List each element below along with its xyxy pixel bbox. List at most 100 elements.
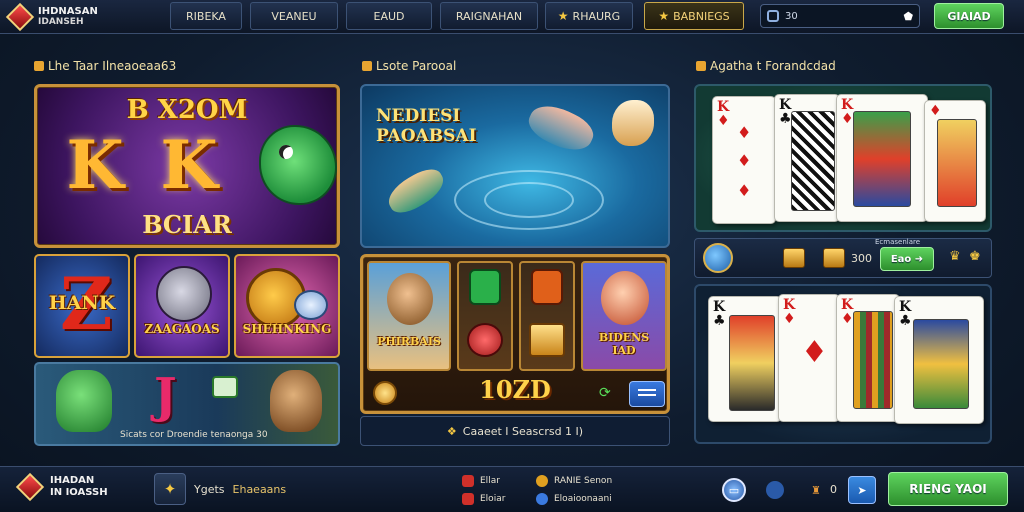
slots-title-text: Lhe Taar Ilneaoeaa63	[48, 59, 177, 73]
slot-tile-hank-label: HANK	[48, 292, 116, 314]
gold-bar-icon[interactable]	[823, 248, 845, 268]
game-status-bar: ❖ Caaeet I Seascrsd 1 I)	[360, 416, 670, 446]
nav-tab-5-label: RHAURG	[572, 9, 621, 23]
slot-tile-shehnking[interactable]: SHEHNKING	[234, 254, 340, 358]
fishing-title-line-2: PAOABSAI	[376, 126, 477, 146]
fishing-game[interactable]: NEDIESI PAOABSAI	[360, 84, 670, 248]
playing-card[interactable]: K ♦	[836, 294, 900, 422]
logo-diamond-icon	[5, 2, 35, 32]
slots-section-title: Lhe Taar Ilneaoeaa63	[34, 59, 176, 73]
menu-button[interactable]	[629, 381, 665, 407]
gold-chip-icon[interactable]	[783, 248, 805, 268]
water-ripple	[484, 182, 574, 218]
reel-princess-label: BIDENS IAD	[583, 331, 665, 357]
crown-icon[interactable]: ♛	[949, 249, 961, 264]
adventure-slot-game[interactable]: PHIRBAIS BIDENS IAD 10ZD ⟳	[360, 254, 670, 414]
card-suit: ♦	[841, 111, 854, 127]
playing-card[interactable]: K ♣	[774, 94, 840, 222]
section-bullet-icon	[696, 61, 706, 71]
red-gem-icon	[462, 493, 474, 505]
reel-symbol-1: K	[66, 126, 124, 204]
fishing-title-text: Lsote Parooal	[376, 59, 457, 73]
princess-character-icon	[601, 271, 649, 325]
reel-princess: BIDENS IAD	[581, 261, 667, 371]
nav-tab-3[interactable]: EAUD	[346, 2, 432, 30]
gift-icon[interactable]	[766, 481, 784, 499]
king-face-icon	[853, 111, 911, 207]
slot-banner[interactable]: J Sicats cor Droendie tenaonga 30	[34, 362, 340, 446]
footer-link-1[interactable]: Ellar	[462, 475, 500, 487]
menu-icon	[638, 389, 656, 391]
playing-card[interactable]: K ♦ ♦ ♦ ♦	[712, 96, 776, 224]
jumping-fish-icon	[523, 97, 599, 159]
playing-card[interactable]: ♦	[924, 100, 986, 222]
play-button[interactable]: Eao ➜	[880, 247, 934, 271]
star-icon: ★	[557, 9, 569, 23]
footer-logo-line-1: IHADAN	[50, 475, 95, 486]
cards-section-title: Agatha t Forandcdad	[696, 59, 836, 73]
shield-icon[interactable]: ⬟	[903, 10, 913, 23]
slot-tile-zaagaoas-label: ZAAGAOAS	[144, 322, 220, 336]
slot-tile-hank[interactable]: Z HANK	[34, 254, 130, 358]
reel-symbols-2	[519, 261, 575, 371]
nav-tab-6-label: BABNIEGS	[673, 9, 730, 23]
fishing-section-title: Lsote Parooal	[362, 59, 456, 73]
footer-cta-button[interactable]: RIENG YAOI	[888, 472, 1008, 506]
section-bullet-icon	[362, 61, 372, 71]
footer-cta-label: RIENG YAOI	[909, 482, 987, 496]
status-text: Caaeet I Seascrsd 1 I)	[462, 424, 584, 438]
footer-link-4[interactable]: Eloaioonaani	[536, 493, 612, 505]
slot-tile-zaagaoas[interactable]: ZAAGAOAS	[134, 254, 230, 358]
refresh-icon[interactable]: ⟳	[599, 385, 611, 401]
footer-link-2[interactable]: Eloiar	[462, 493, 505, 505]
nav-tab-5[interactable]: ★ RHAURG	[545, 2, 633, 30]
play-arrow-icon: ➜	[911, 253, 924, 265]
favorites-button[interactable]: ✦ Ygets Ehaeaans	[154, 473, 298, 505]
nav-tab-1-label: RIBEKA	[186, 9, 226, 23]
nav-tab-2[interactable]: VEANEU	[250, 2, 338, 30]
site-logo[interactable]: IHDNASAN IDANSEH	[5, 2, 146, 32]
logo-line-2: IDANSEH	[38, 17, 84, 27]
logo-line-1: IHDNASAN	[38, 6, 98, 17]
globe-icon[interactable]	[703, 243, 733, 273]
playing-card[interactable]: K ♣	[894, 296, 984, 424]
playing-card[interactable]: K ♦	[836, 94, 928, 222]
footer-link-3[interactable]: RANIE Senon	[536, 475, 612, 487]
frog-character-icon	[259, 125, 337, 205]
footer-logo[interactable]: IHADAN IN IOASSH	[15, 472, 108, 502]
send-icon[interactable]: ➤	[848, 476, 876, 504]
banner-glyph: J	[154, 368, 177, 424]
bet-amount: 300	[851, 252, 872, 265]
trophy-icon[interactable]: ♚	[969, 249, 981, 264]
card-game-top[interactable]: K ♦ ♦ ♦ ♦ K ♣ K ♦ ♦	[694, 84, 992, 232]
card-game-bottom[interactable]: K ♣ K ♦ ♦ K ♦ K ♣	[694, 284, 992, 444]
card-suit: ♦	[841, 311, 854, 327]
search-icon	[767, 10, 779, 22]
search-value: 30	[785, 10, 798, 22]
search-input[interactable]: 30 ⬟	[760, 4, 920, 28]
chat-icon[interactable]: ▭	[722, 478, 746, 502]
nav-tab-3-label: EAUD	[373, 9, 405, 23]
playing-card[interactable]: K ♦ ♦	[778, 294, 840, 422]
footer-link-4-label: Eloaioonaani	[554, 494, 612, 504]
controls-label: Ecmasenlare	[875, 238, 921, 246]
nav-tab-6[interactable]: ★ BABNIEGS	[644, 2, 744, 30]
star-icon: ★	[658, 9, 670, 23]
club-pattern-icon	[791, 111, 835, 211]
card-corner: K ♣	[779, 98, 792, 126]
explorer-character-icon	[270, 370, 322, 432]
header-cta-label: GIAIAD	[947, 9, 991, 23]
header-cta-button[interactable]: GIAIAD	[934, 3, 1004, 29]
sushi-icon	[212, 376, 238, 398]
trophy-icon[interactable]: ♜	[804, 478, 828, 502]
card-pip: ♦	[737, 123, 752, 142]
nav-tab-1[interactable]: RIBEKA	[170, 2, 242, 30]
featured-slot-game[interactable]: B X2OM K K BCIAR	[34, 84, 340, 248]
card-suit: ♦	[717, 113, 730, 129]
reel-symbol-2: K	[160, 126, 218, 204]
nav-tab-4[interactable]: RAIGNAHAN	[440, 2, 538, 30]
card-corner: K ♦	[841, 298, 854, 326]
card-corner: K ♣	[899, 300, 912, 328]
playing-card[interactable]: K ♣	[708, 296, 782, 422]
card-corner: K ♦	[783, 298, 796, 326]
